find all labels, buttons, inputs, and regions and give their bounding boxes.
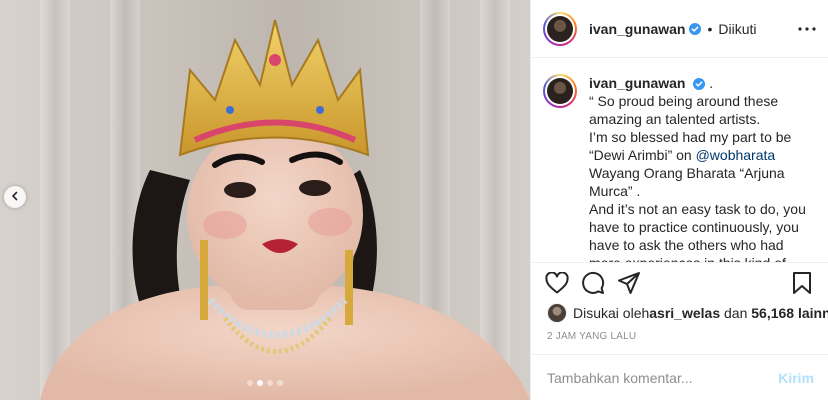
bookmark-icon	[793, 271, 811, 294]
caption-line: Wayang Orang Bharata “Arjuna Murca” .	[589, 165, 785, 199]
post-side-panel: ivan_gunawan • Diikuti ivan_gunawan . “ …	[530, 0, 828, 400]
caption-after-username: .	[705, 75, 714, 91]
like-button[interactable]	[539, 265, 575, 301]
heart-icon	[545, 271, 569, 293]
action-bar	[531, 262, 828, 302]
post-comment-button[interactable]: Kirim	[778, 370, 814, 386]
comment-bar: Kirim	[531, 354, 828, 400]
save-button[interactable]	[784, 265, 820, 301]
likes-summary: Disukai oleh asri_welas dan 56,168 lainn…	[547, 302, 828, 324]
post-header: ivan_gunawan • Diikuti	[531, 0, 828, 58]
likes-middle: dan	[720, 305, 752, 321]
share-button[interactable]	[611, 265, 647, 301]
comment-button[interactable]	[575, 265, 611, 301]
carousel-dot	[267, 380, 273, 386]
performer-illustration	[40, 19, 530, 400]
carousel-dot	[247, 380, 253, 386]
caption-line: And it’s not an easy task to do, you hav…	[589, 201, 806, 262]
caption-username[interactable]: ivan_gunawan	[589, 75, 685, 91]
likes-prefix: Disukai oleh	[573, 305, 650, 321]
caption-section: ivan_gunawan . “ So proud being around t…	[531, 58, 828, 262]
caption-author-avatar[interactable]	[543, 74, 577, 108]
header-separator: •	[707, 20, 713, 37]
more-horizontal-icon	[798, 26, 816, 31]
post-photo[interactable]	[0, 0, 530, 400]
more-options-button[interactable]	[798, 26, 816, 31]
likes-count[interactable]: 56,168 lainnya	[751, 305, 828, 321]
share-icon	[618, 271, 640, 294]
carousel-dot	[277, 380, 283, 386]
follow-state-button[interactable]: Diikuti	[718, 21, 756, 37]
author-username[interactable]: ivan_gunawan	[589, 21, 685, 37]
caption-line: “ So proud being around these amazing an…	[589, 93, 779, 127]
caption-text: ivan_gunawan . “ So proud being around t…	[589, 74, 815, 262]
liker-avatar[interactable]	[547, 303, 567, 323]
carousel-indicator	[0, 380, 530, 386]
carousel-prev-button[interactable]	[4, 186, 26, 208]
chevron-left-icon	[10, 188, 20, 206]
liker-username[interactable]: asri_welas	[649, 305, 720, 321]
comment-icon	[582, 271, 605, 294]
post-timestamp[interactable]: 2 JAM YANG LALU	[547, 331, 636, 342]
carousel-dot-active	[257, 380, 263, 386]
author-avatar[interactable]	[543, 11, 577, 46]
comment-input[interactable]	[547, 369, 779, 386]
verified-badge-icon	[689, 22, 702, 35]
verified-badge-icon	[693, 78, 706, 91]
mention-link[interactable]: @wobharata	[696, 147, 776, 163]
